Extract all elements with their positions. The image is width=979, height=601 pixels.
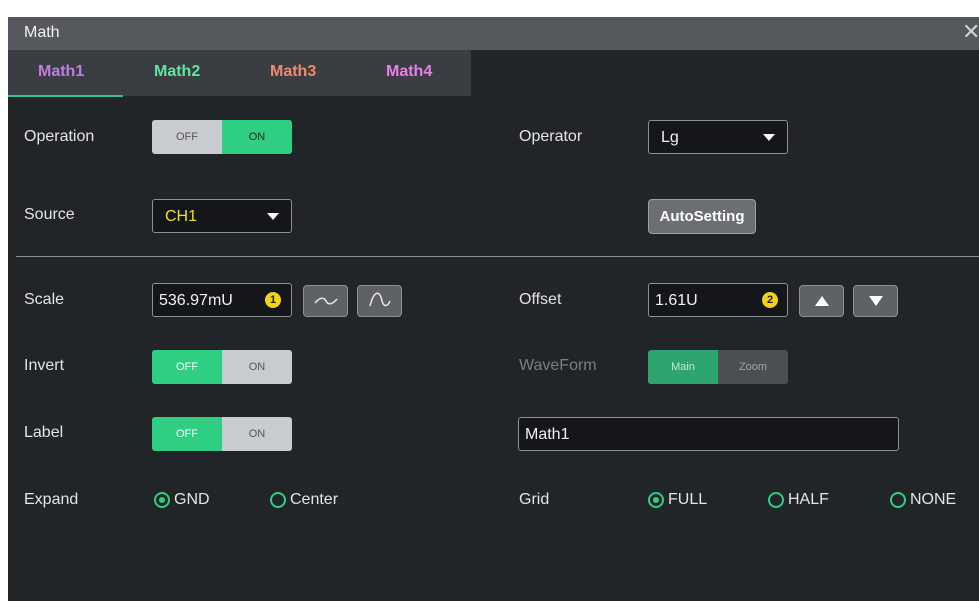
label-on[interactable]: ON <box>222 417 292 451</box>
label-text-value: Math1 <box>525 426 570 443</box>
waveform-main: Main <box>648 350 718 384</box>
scale-label: Scale <box>24 291 65 308</box>
invert-label: Invert <box>24 357 65 374</box>
radio-unchecked-icon <box>890 492 906 508</box>
operator-select[interactable]: Lg <box>648 120 788 154</box>
offset-down-button[interactable] <box>853 285 898 317</box>
waveform-label: WaveForm <box>519 357 597 374</box>
label-off[interactable]: OFF <box>152 417 222 451</box>
grid-half-radio[interactable]: HALF <box>768 491 829 509</box>
expand-label: Expand <box>24 491 79 508</box>
operation-toggle[interactable]: OFF ON <box>152 120 292 154</box>
tab-math4[interactable]: Math4 <box>386 63 432 81</box>
tab-math1[interactable]: Math1 <box>38 63 84 81</box>
operator-label: Operator <box>519 128 583 145</box>
section-divider <box>16 256 979 257</box>
triangle-up-icon <box>814 296 829 306</box>
expand-gnd-label: GND <box>174 491 210 508</box>
offset-label: Offset <box>519 291 562 308</box>
grid-none-label: NONE <box>910 491 957 508</box>
grid-full-label: FULL <box>668 491 708 508</box>
expand-gnd-radio[interactable]: GND <box>154 491 210 509</box>
operation-on[interactable]: ON <box>222 120 292 154</box>
dialog-title: Math <box>24 24 60 41</box>
waveform-toggle: Main Zoom <box>648 350 788 384</box>
autosetting-button[interactable]: AutoSetting <box>648 199 756 234</box>
offset-up-button[interactable] <box>799 285 844 317</box>
dropdown-caret-icon <box>267 213 279 220</box>
active-tab-indicator <box>8 95 123 97</box>
radio-unchecked-icon <box>768 492 784 508</box>
operator-value: Lg <box>661 129 679 146</box>
grid-label: Grid <box>519 491 550 508</box>
tab-math2[interactable]: Math2 <box>154 63 200 81</box>
radio-unchecked-icon <box>270 492 286 508</box>
math-dialog: Math ✕ Math1 Math2 Math3 Math4 Operation… <box>8 17 979 601</box>
source-select[interactable]: CH1 <box>152 199 292 233</box>
expand-center-radio[interactable]: Center <box>270 491 338 509</box>
knob-2-badge: 2 <box>762 292 778 308</box>
expand-center-label: Center <box>290 491 339 508</box>
source-value: CH1 <box>165 208 198 225</box>
invert-on[interactable]: ON <box>222 350 292 384</box>
tab-math3[interactable]: Math3 <box>270 63 316 81</box>
grid-none-radio[interactable]: NONE <box>890 491 956 509</box>
scale-coarse-button[interactable] <box>303 285 348 317</box>
radio-checked-icon <box>154 492 170 508</box>
title-bar: Math ✕ <box>8 17 979 50</box>
radio-checked-icon <box>648 492 664 508</box>
scale-value: 536.97mU <box>159 292 233 309</box>
operation-off[interactable]: OFF <box>152 120 222 154</box>
invert-toggle[interactable]: OFF ON <box>152 350 292 384</box>
scale-fine-button[interactable] <box>357 285 402 317</box>
waveform-zoom: Zoom <box>718 350 788 384</box>
label-label: Label <box>24 424 64 441</box>
grid-half-label: HALF <box>788 491 829 508</box>
dropdown-caret-icon <box>763 134 775 141</box>
offset-value: 1.61U <box>655 292 698 309</box>
operation-label: Operation <box>24 128 95 145</box>
label-text-input[interactable]: Math1 <box>518 417 899 451</box>
close-icon[interactable]: ✕ <box>962 20 979 44</box>
label-toggle[interactable]: OFF ON <box>152 417 292 451</box>
half-wave-icon <box>368 292 391 307</box>
knob-1-badge: 1 <box>265 292 281 308</box>
invert-off[interactable]: OFF <box>152 350 222 384</box>
grid-full-radio[interactable]: FULL <box>648 491 707 509</box>
triangle-down-icon <box>868 296 883 306</box>
source-label: Source <box>24 206 75 223</box>
sine-wave-icon <box>313 297 338 305</box>
math-tabs: Math1 Math2 Math3 Math4 <box>8 50 471 97</box>
